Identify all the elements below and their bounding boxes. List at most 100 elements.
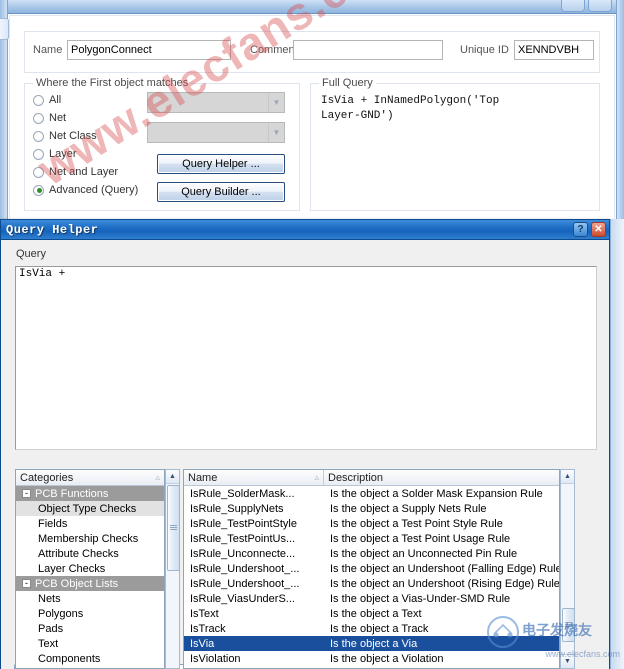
item-description-cell: Is the object a Violation — [330, 652, 444, 665]
collapse-icon[interactable]: - — [22, 489, 31, 499]
item-name-cell: IsRule_TestPointStyle — [190, 517, 297, 530]
category-row[interactable]: Dimensions — [16, 666, 164, 669]
table-row[interactable]: IsRule_Undershoot_... Is the object an Un… — [184, 561, 559, 576]
category-row-label: Fields — [16, 518, 164, 530]
item-description-cell: Is the object a Via — [330, 637, 418, 650]
scroll-up-icon[interactable]: ▲ — [166, 470, 179, 484]
radio-net[interactable]: Net — [33, 112, 66, 124]
category-row-label: Components — [16, 653, 164, 665]
table-row[interactable]: IsRule_TestPointStyle Is the object a Tes… — [184, 516, 559, 531]
category-row[interactable]: Components — [16, 651, 164, 666]
radio-net-and-layer[interactable]: Net and Layer — [33, 166, 118, 178]
full-query-title: Full Query — [319, 77, 376, 89]
category-row[interactable]: Polygons — [16, 606, 164, 621]
collapse-icon[interactable]: - — [22, 579, 31, 589]
item-name-cell: IsRule_SolderMask... — [190, 487, 295, 500]
parent-right-edge — [616, 0, 624, 230]
category-label-text: Fields — [38, 517, 68, 530]
item-description-cell: Is the object a Track — [330, 622, 429, 635]
category-label-text: Components — [38, 652, 101, 665]
category-row-label: Object Type Checks — [16, 503, 164, 515]
item-name-cell: IsRule_Undershoot_... — [190, 577, 300, 590]
table-row[interactable]: IsRule_ViasUnderS... Is the object a Vias… — [184, 591, 559, 606]
net-class-combobox[interactable]: ▼ — [147, 122, 285, 143]
radio-net-label: Net — [49, 112, 67, 124]
help-icon[interactable]: ? — [573, 222, 588, 237]
radio-net-class[interactable]: Net Class — [33, 130, 97, 142]
table-row[interactable]: IsRule_TestPointUs... Is the object a Tes… — [184, 531, 559, 546]
close-icon[interactable]: ✕ — [591, 222, 606, 237]
query-label: Query — [16, 248, 46, 260]
items-scrollbar[interactable]: ▲ ▼ — [560, 469, 575, 669]
grip-icon — [565, 622, 572, 628]
unique-id-label: Unique ID — [460, 44, 509, 56]
net-combobox[interactable]: ▼ — [147, 92, 285, 113]
item-description-cell: Is the object a Test Point Style Rule — [330, 517, 503, 530]
table-row[interactable]: IsText Is the object a Text — [184, 606, 559, 621]
table-row[interactable]: IsRule_SupplyNets Is the object a Supply … — [184, 501, 559, 516]
category-row-label: Attribute Checks — [16, 548, 164, 560]
unique-id-input[interactable]: XENNDVBH — [514, 40, 594, 60]
categories-scrollbar-thumb[interactable] — [167, 485, 180, 571]
radio-net-and-layer-indicator — [33, 166, 44, 178]
item-name-cell: IsRule_ViasUnderS... — [190, 592, 295, 605]
category-row-label: Layer Checks — [16, 563, 164, 575]
comment-label: Comment — [250, 44, 298, 56]
category-row[interactable]: - PCB Object Lists — [16, 576, 164, 591]
parent-titlebar — [0, 0, 624, 14]
categories-header: Categories ▵ — [16, 470, 164, 486]
items-list[interactable]: IsRule_SolderMask... Is the object a Sold… — [184, 486, 559, 668]
comment-input[interactable] — [293, 40, 443, 60]
category-row-label: Pads — [16, 623, 164, 635]
table-row[interactable]: IsRule_Unconnecte... Is the object an Unc… — [184, 546, 559, 561]
name-column-header[interactable]: Name ▵ — [184, 470, 324, 485]
table-row[interactable]: IsRule_SolderMask... Is the object a Sold… — [184, 486, 559, 501]
item-name-cell: IsRule_SupplyNets — [190, 502, 284, 515]
radio-layer[interactable]: Layer — [33, 148, 77, 160]
category-row[interactable]: Fields — [16, 516, 164, 531]
scroll-down-icon[interactable]: ▼ — [561, 654, 574, 668]
category-row[interactable]: Attribute Checks — [16, 546, 164, 561]
radio-net-indicator — [33, 112, 44, 124]
query-input[interactable]: IsVia + — [15, 266, 597, 450]
radio-all[interactable]: All — [33, 94, 61, 106]
name-input[interactable]: PolygonConnect — [67, 40, 231, 60]
query-helper-titlebar-buttons: ? ✕ — [573, 222, 606, 237]
category-row[interactable]: Membership Checks — [16, 531, 164, 546]
items-pane: Name ▵ Description IsRule_SolderMask... I… — [183, 469, 560, 669]
item-name-cell: IsText — [190, 607, 219, 620]
radio-net-and-layer-label: Net and Layer — [49, 166, 119, 178]
category-label-text: Dimensions — [38, 668, 95, 669]
description-column-header[interactable]: Description — [324, 470, 559, 485]
item-description-cell: Is the object an Undershoot (Falling Edg… — [330, 562, 559, 575]
table-row[interactable]: IsTrack Is the object a Track — [184, 621, 559, 636]
table-row[interactable]: IsVia Is the object a Via — [184, 636, 559, 651]
radio-layer-indicator — [33, 148, 44, 160]
item-description-cell: Is the object a Vias-Under-SMD Rule — [330, 592, 511, 605]
table-row[interactable]: IsRule_Undershoot_... Is the object an Un… — [184, 576, 559, 591]
query-helper-titlebar[interactable]: Query Helper ? ✕ — [1, 220, 609, 240]
category-row[interactable]: Nets — [16, 591, 164, 606]
query-builder-button[interactable]: Query Builder ... — [157, 182, 285, 202]
category-row[interactable]: Layer Checks — [16, 561, 164, 576]
categories-column-header[interactable]: Categories ▵ — [16, 470, 164, 485]
categories-list[interactable]: - PCB Functions Object Type Checks Fields Me… — [16, 486, 164, 668]
items-header: Name ▵ Description — [184, 470, 559, 486]
category-row[interactable]: - PCB Functions — [16, 486, 164, 501]
minimize-button[interactable] — [561, 0, 585, 12]
maximize-button[interactable] — [588, 0, 612, 12]
scroll-up-icon[interactable]: ▲ — [561, 470, 574, 484]
category-row-label: Polygons — [16, 608, 164, 620]
category-row[interactable]: Text — [16, 636, 164, 651]
categories-scrollbar[interactable]: ▲ — [165, 469, 180, 669]
parent-dialog-body: Name PolygonConnect Comment Unique ID XE… — [9, 15, 615, 230]
table-row[interactable]: IsViolation Is the object a Violation — [184, 651, 559, 666]
item-name-cell: IsRule_Undershoot_... — [190, 562, 300, 575]
query-helper-button[interactable]: Query Helper ... — [157, 154, 285, 174]
radio-advanced-query[interactable]: Advanced (Query) — [33, 184, 138, 196]
category-row[interactable]: Pads — [16, 621, 164, 636]
category-row-label: Membership Checks — [16, 533, 164, 545]
items-scrollbar-thumb[interactable] — [562, 608, 575, 642]
parent-edge-handle[interactable] — [0, 18, 9, 40]
category-row[interactable]: Object Type Checks — [16, 501, 164, 516]
